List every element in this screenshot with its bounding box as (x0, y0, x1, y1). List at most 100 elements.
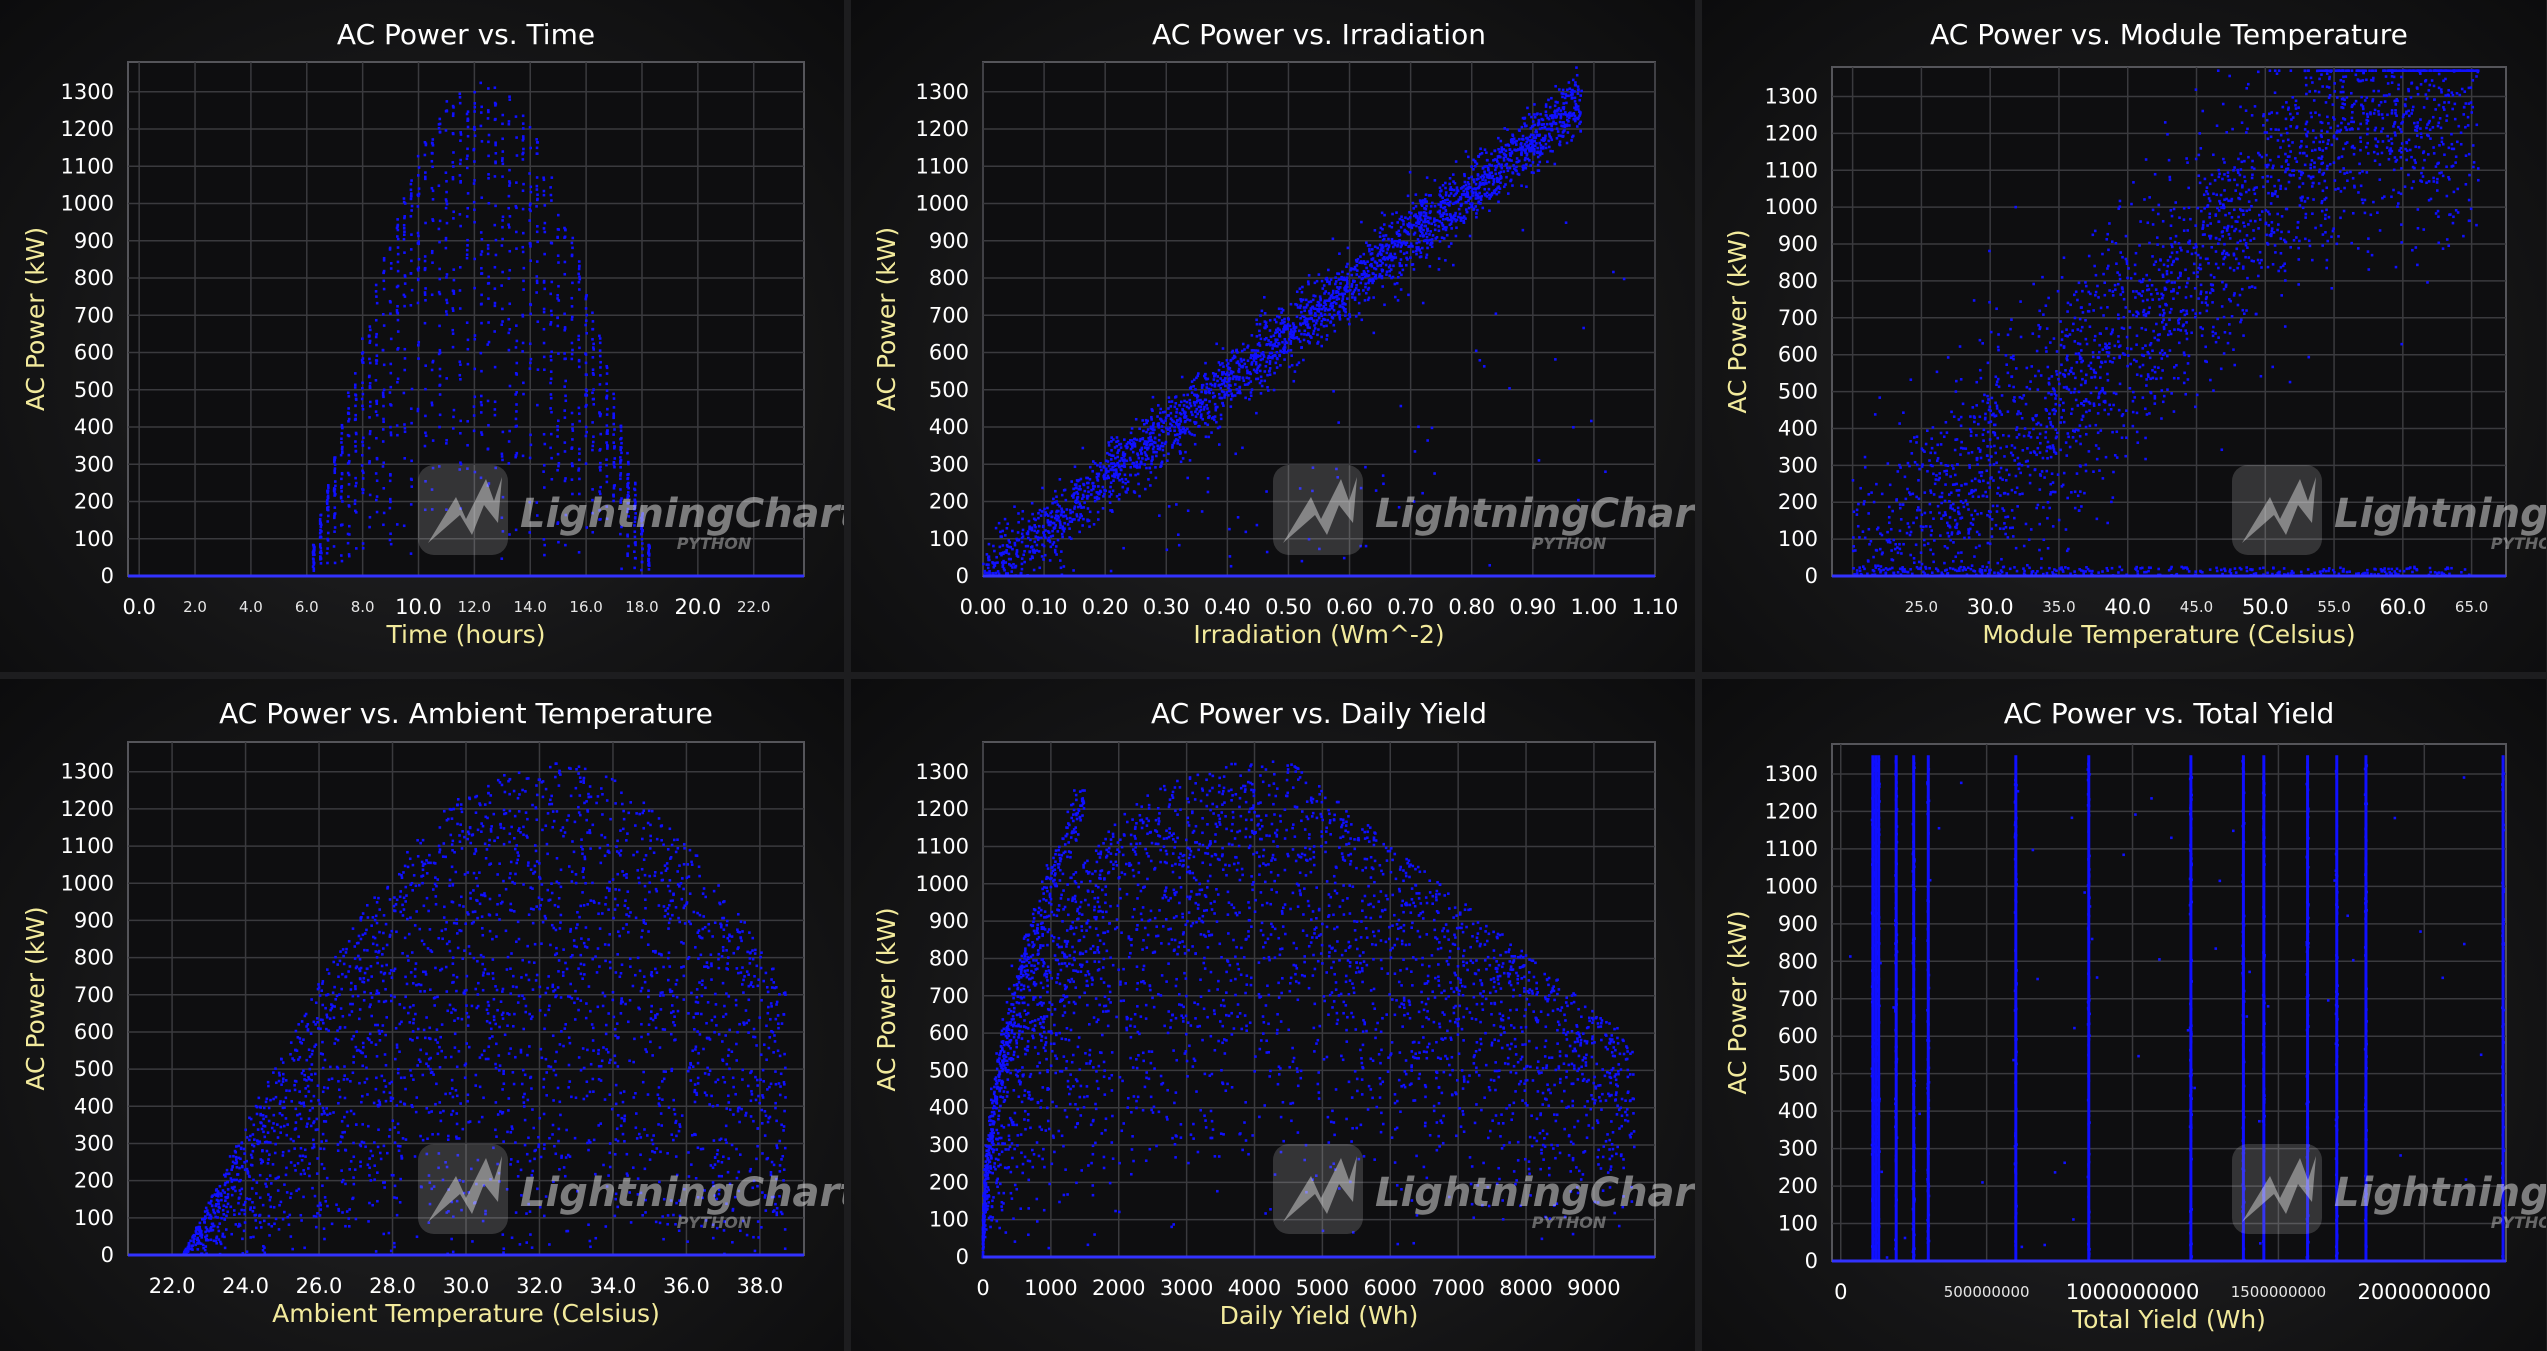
data-point (570, 357, 574, 361)
data-point (1527, 113, 1531, 116)
data-point (2425, 181, 2428, 185)
data-point (2359, 140, 2363, 143)
data-point (1431, 234, 1435, 237)
data-point (1975, 404, 1978, 407)
data-point (1233, 394, 1237, 397)
data-point (2194, 405, 2197, 409)
data-point (2135, 334, 2139, 338)
data-point (1550, 96, 1553, 100)
data-point (2004, 525, 2008, 529)
data-point (1887, 505, 1891, 509)
data-point (2185, 321, 2188, 324)
data-point (1138, 427, 1141, 431)
data-point (1568, 124, 1571, 127)
data-point (1536, 112, 1539, 115)
data-point (2170, 263, 2174, 267)
data-point (402, 226, 406, 230)
data-point (1333, 300, 1336, 304)
data-point (1572, 117, 1576, 121)
data-point (1949, 538, 1952, 542)
data-point (2154, 288, 2158, 291)
data-point (1065, 508, 1069, 511)
data-point (2368, 69, 2371, 72)
data-point (1457, 207, 1461, 211)
data-point (613, 445, 616, 448)
data-point (1047, 531, 1051, 534)
data-point (1918, 508, 1922, 512)
data-point (1198, 424, 1201, 428)
data-point (444, 238, 448, 242)
data-point (1548, 105, 1552, 109)
data-point (514, 455, 517, 459)
data-point (1158, 433, 1161, 437)
data-point (2112, 470, 2115, 474)
data-point (556, 254, 560, 257)
data-point (1088, 525, 1091, 528)
data-point (982, 562, 985, 566)
data-point (1553, 162, 1557, 166)
data-point (2125, 262, 2129, 266)
data-point (2070, 366, 2073, 370)
data-point (1258, 333, 1262, 337)
data-point (1421, 201, 1425, 205)
data-point (1299, 304, 1302, 308)
data-point (1344, 284, 1348, 288)
data-point (2356, 247, 2360, 250)
data-point (1511, 184, 1514, 187)
data-point (599, 360, 602, 364)
data-point (1445, 213, 1449, 216)
data-point (543, 230, 547, 234)
data-point (2242, 312, 2246, 316)
data-point (1313, 327, 1317, 330)
data-point (1178, 404, 1181, 407)
data-point (1320, 320, 1324, 323)
data-point (1283, 358, 1286, 361)
data-point (1414, 215, 1418, 219)
data-point (1323, 299, 1327, 303)
data-point (508, 215, 512, 218)
data-point (347, 483, 351, 486)
data-point (1544, 113, 1548, 117)
data-point (1604, 470, 1607, 474)
data-point (1530, 115, 1533, 119)
data-point (1017, 520, 1020, 524)
data-point (2116, 271, 2119, 274)
data-point (1383, 213, 1386, 217)
data-point (994, 571, 998, 575)
data-point (1562, 107, 1566, 111)
data-point (1059, 523, 1062, 527)
data-point (1502, 170, 1506, 173)
data-point (403, 274, 407, 277)
data-point (2168, 318, 2171, 322)
data-point (542, 310, 546, 314)
data-point (402, 223, 406, 227)
data-point (1437, 257, 1441, 260)
data-point (2096, 412, 2100, 415)
data-point (1192, 401, 1196, 404)
data-point (389, 532, 392, 536)
data-point (2136, 441, 2140, 445)
data-point (1913, 460, 1917, 464)
data-point (396, 318, 400, 322)
data-point (605, 372, 609, 375)
data-point (1054, 516, 1057, 520)
data-point (1073, 483, 1077, 486)
data-point (1490, 193, 1494, 197)
data-point (2345, 171, 2349, 174)
data-point (1395, 281, 1399, 285)
data-point (1109, 509, 1112, 512)
data-point (1331, 289, 1335, 293)
data-point (1147, 478, 1150, 481)
data-point (1183, 399, 1186, 403)
data-point (319, 525, 323, 529)
data-point (2161, 400, 2165, 404)
data-point (1879, 565, 1883, 568)
data-point (2399, 192, 2403, 196)
data-point (2079, 329, 2083, 333)
data-point (389, 497, 392, 501)
data-point (1425, 235, 1429, 239)
data-point (1258, 369, 1262, 373)
data-point (479, 411, 483, 414)
data-point (1516, 160, 1520, 164)
data-point (1533, 148, 1536, 151)
